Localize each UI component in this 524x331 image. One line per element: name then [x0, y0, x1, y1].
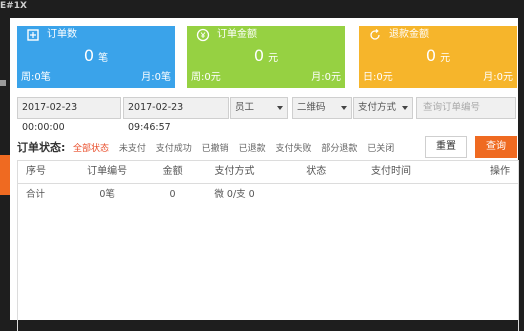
status-option-paid[interactable]: 支付成功 [156, 144, 192, 154]
card-title: 订单金额 [217, 29, 257, 40]
query-button[interactable]: 查询 [475, 136, 517, 158]
col-pay-time: 支付时间 [370, 166, 411, 177]
refund-icon [367, 27, 383, 43]
status-filter-label: 订单状态: [17, 141, 66, 154]
card-unit: 元 [440, 53, 451, 64]
qrcode-select[interactable]: 二维码 [292, 97, 352, 119]
total-pay-breakdown: 微 0/支 0 [214, 189, 255, 200]
reset-button[interactable]: 重置 [425, 136, 467, 158]
status-option-unpaid[interactable]: 未支付 [119, 144, 146, 154]
col-pay-method: 支付方式 [214, 166, 255, 177]
background-mark [0, 80, 6, 86]
card-value: 0 [425, 46, 437, 65]
status-option-refunded[interactable]: 已退款 [239, 144, 266, 154]
table-total-row: 合计 0笔 0 微 0/支 0 [18, 184, 518, 206]
status-option-cancelled[interactable]: 已撤销 [202, 144, 229, 154]
card-right-stat: 月:0元 [311, 72, 341, 83]
card-title: 订单数 [47, 29, 77, 40]
card-left-stat: 日:0元 [363, 72, 393, 83]
start-date-input[interactable]: 2017-02-23 00:00:00 [17, 97, 121, 133]
end-date-input[interactable]: 2017-02-23 09:46:57 [123, 97, 229, 133]
employee-select[interactable]: 员工 [230, 97, 288, 119]
total-amount: 0 [169, 189, 176, 200]
col-actions: 操作 [489, 166, 510, 177]
col-amount: 金额 [162, 166, 183, 177]
card-unit: 元 [268, 53, 279, 64]
qrcode-select-label: 二维码 [297, 102, 326, 113]
pay-method-select-label: 支付方式 [358, 102, 397, 113]
total-count: 0笔 [99, 189, 115, 200]
total-label: 合计 [26, 189, 46, 200]
receipt-icon [25, 27, 41, 43]
status-option-failed[interactable]: 支付失败 [275, 144, 311, 154]
status-option-partial-refund[interactable]: 部分退款 [321, 144, 357, 154]
status-filter-row: 订单状态: 全部状态 未支付 支付成功 已撤销 已退款 支付失败 部分退款 已关… [17, 136, 517, 158]
col-index: 序号 [26, 166, 46, 177]
card-left-stat: 周:0元 [191, 72, 221, 83]
status-option-all[interactable]: 全部状态 [73, 144, 109, 154]
order-search-input[interactable]: 查询订单编号 [416, 97, 516, 119]
background-accent-tab [0, 155, 10, 195]
background-logo: E#1X [0, 1, 27, 11]
card-title: 退款金额 [389, 29, 429, 40]
orders-table: 序号 订单编号 金额 支付方式 状态 支付时间 操作 合计 0笔 0 微 0/支… [17, 160, 519, 331]
col-status: 状态 [306, 166, 327, 177]
filter-bar: 2017-02-23 00:00:00 2017-02-23 09:46:57 … [17, 97, 517, 133]
status-option-closed[interactable]: 已关闭 [367, 144, 394, 154]
card-unit: 笔 [98, 53, 109, 64]
summary-cards: 订单数 0笔 周:0笔 月:0笔 订单金额 0元 周:0元 月:0元 退款金额 0 [17, 26, 517, 88]
status-options: 全部状态 未支付 支付成功 已撤销 已退款 支付失败 部分退款 已关闭 [73, 141, 401, 154]
refund-amount-card: 退款金额 0元 日:0元 月:0元 [359, 26, 517, 88]
employee-select-label: 员工 [235, 102, 255, 113]
order-panel: 订单数 0笔 周:0笔 月:0笔 订单金额 0元 周:0元 月:0元 退款金额 0 [10, 18, 519, 331]
yen-icon [195, 27, 211, 43]
chevron-down-icon [402, 106, 408, 110]
card-value: 0 [253, 46, 265, 65]
order-amount-card: 订单金额 0元 周:0元 月:0元 [187, 26, 345, 88]
chevron-down-icon [341, 106, 347, 110]
col-order-no: 订单编号 [87, 166, 128, 177]
card-value: 0 [83, 46, 95, 65]
card-right-stat: 月:0笔 [141, 72, 171, 83]
table-header: 序号 订单编号 金额 支付方式 状态 支付时间 操作 [18, 161, 518, 184]
order-count-card: 订单数 0笔 周:0笔 月:0笔 [17, 26, 175, 88]
chevron-down-icon [277, 106, 283, 110]
card-right-stat: 月:0元 [483, 72, 513, 83]
pay-method-select[interactable]: 支付方式 [353, 97, 413, 119]
card-left-stat: 周:0笔 [21, 72, 51, 83]
